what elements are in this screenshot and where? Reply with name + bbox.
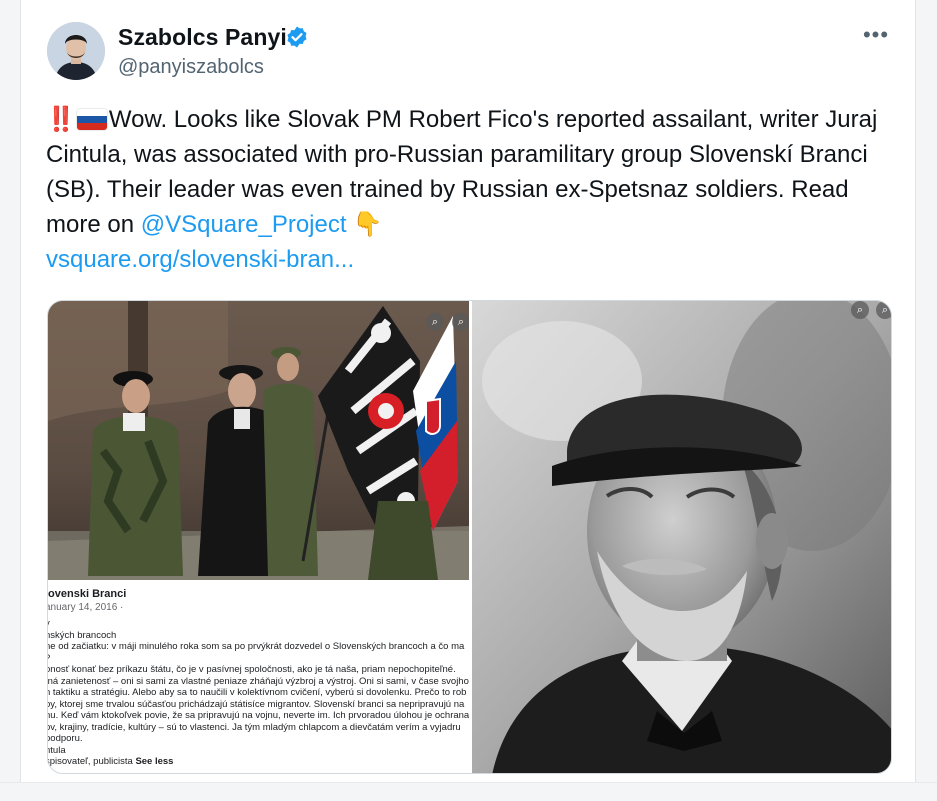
- fb-line: nu. Keď vám ktokoľvek povie, že sa pripr…: [48, 710, 469, 721]
- fb-line: ne od začiatku: v máji minulého roka som…: [48, 641, 465, 652]
- zoom-icon[interactable]: ⌕: [426, 313, 444, 331]
- fb-line: py, ktorej sme trvalou súčasťou prichádz…: [48, 698, 465, 710]
- fb-line: ntula: [48, 744, 66, 756]
- zoom-icon-right-secondary[interactable]: ⌕: [876, 301, 891, 319]
- article-link[interactable]: vsquare.org/slovenski-bran...: [46, 246, 354, 273]
- facebook-post-screenshot: lovenski Branci anuary 14, 2016 · y nský…: [48, 580, 469, 773]
- zoom-icon-secondary[interactable]: ⌕: [452, 313, 470, 331]
- see-less-link[interactable]: See less: [135, 756, 173, 767]
- russia-flag-icon: [76, 109, 107, 130]
- fb-post-body: y nských brancoch ne od začiatku: v máji…: [48, 618, 469, 768]
- fb-post-date: anuary 14, 2016 ·: [48, 602, 124, 613]
- paramilitary-group-photo[interactable]: [48, 301, 469, 580]
- mention-link[interactable]: @VSquare_Project: [141, 211, 347, 238]
- fb-line-last: spisovateľ, publicista See less: [48, 756, 469, 768]
- fb-line: spisovateľ, publicista: [48, 756, 136, 767]
- avatar[interactable]: [47, 22, 105, 80]
- double-exclamation-emoji: ‼️: [46, 106, 76, 133]
- fb-line: tná zanietenosť – oni si sami za vlastné…: [48, 675, 469, 687]
- fb-line: ov, krajiny, tradície, kultúry – sú to v…: [48, 721, 461, 733]
- display-name[interactable]: Szabolcs Panyi: [118, 24, 287, 51]
- fb-line: ?: [48, 653, 469, 665]
- fb-line: nských brancoch: [48, 629, 117, 641]
- fb-line: podporu.: [48, 733, 83, 744]
- tweet-card: Szabolcs Panyi @panyiszabolcs ••• ‼️ Wow.…: [20, 0, 916, 800]
- tweet-media[interactable]: ⌕ ⌕ lovenski Branci anuary 14, 2016 · y …: [47, 300, 892, 774]
- fb-line: n taktiku a stratégiu. Alebo aby sa to n…: [48, 687, 467, 698]
- avatar-image: [47, 22, 105, 80]
- more-options-icon[interactable]: •••: [861, 22, 891, 48]
- fb-line: y: [48, 618, 469, 630]
- zoom-icon-right[interactable]: ⌕: [851, 301, 869, 319]
- portrait-photo[interactable]: [472, 301, 892, 774]
- bottom-bar: [0, 782, 937, 801]
- tweet-text: ‼️ Wow. Looks like Slovak PM Robert Fico'…: [46, 102, 896, 277]
- fb-page-name: lovenski Branci: [48, 588, 127, 600]
- verified-badge-icon: [287, 26, 307, 48]
- handle[interactable]: @panyiszabolcs: [118, 56, 264, 79]
- fb-line: onosť konať bez príkazu štátu, čo je v p…: [48, 664, 456, 675]
- pointing-down-emoji: 👇: [352, 211, 383, 238]
